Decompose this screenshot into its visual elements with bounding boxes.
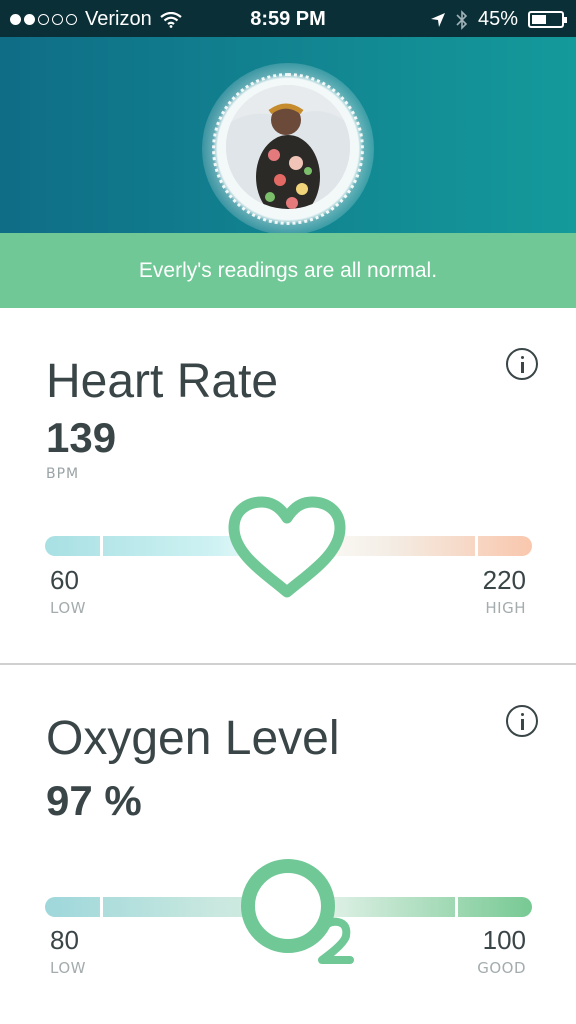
location-arrow-icon [430,12,445,27]
heart-rate-value: 139 [46,414,117,461]
heart-rate-title: Heart Rate [46,355,279,408]
baby-photo-header [0,37,576,233]
status-banner: Everly's readings are all normal. [0,233,576,308]
oxygen-value: 97 % [46,777,142,824]
status-message: Everly's readings are all normal. [138,259,438,282]
oxygen-low-value: 80 [50,925,79,955]
heart-rate-unit: BPM [46,466,80,482]
range-tick [100,536,103,556]
heart-rate-high-label: HIGH [485,599,526,617]
battery-icon [528,11,567,28]
status-right-group: 45% [430,8,567,31]
heart-rate-low-value: 60 [50,565,79,595]
heart-icon [228,496,346,598]
heart-rate-card: Heart Rate 139 BPM 60 LOW 220 HIGH [0,308,576,663]
oxygen-high-value: 100 [482,925,526,955]
baby-avatar[interactable] [226,85,350,209]
range-tick [455,897,458,917]
oxygen-level-card: Oxygen Level 97 % 80 LOW 100 GOOD [0,665,576,1024]
oxygen-title: Oxygen Level [46,712,340,765]
baby-swaddle-illustration [226,85,350,209]
heart-rate-low-label: LOW [50,599,86,617]
range-tick [475,536,478,556]
range-tick [100,897,103,917]
oxygen-low-label: LOW [50,959,86,977]
heart-rate-high-value: 220 [482,565,526,595]
status-bar: Verizon 8:59 PM 45% [0,0,576,37]
heart-rate-info-icon[interactable] [506,348,538,380]
bluetooth-icon [456,9,468,30]
oxygen-info-icon[interactable] [506,705,538,737]
o2-icon [241,859,354,964]
oxygen-high-label: GOOD [477,959,526,977]
battery-percent: 45% [477,8,518,30]
